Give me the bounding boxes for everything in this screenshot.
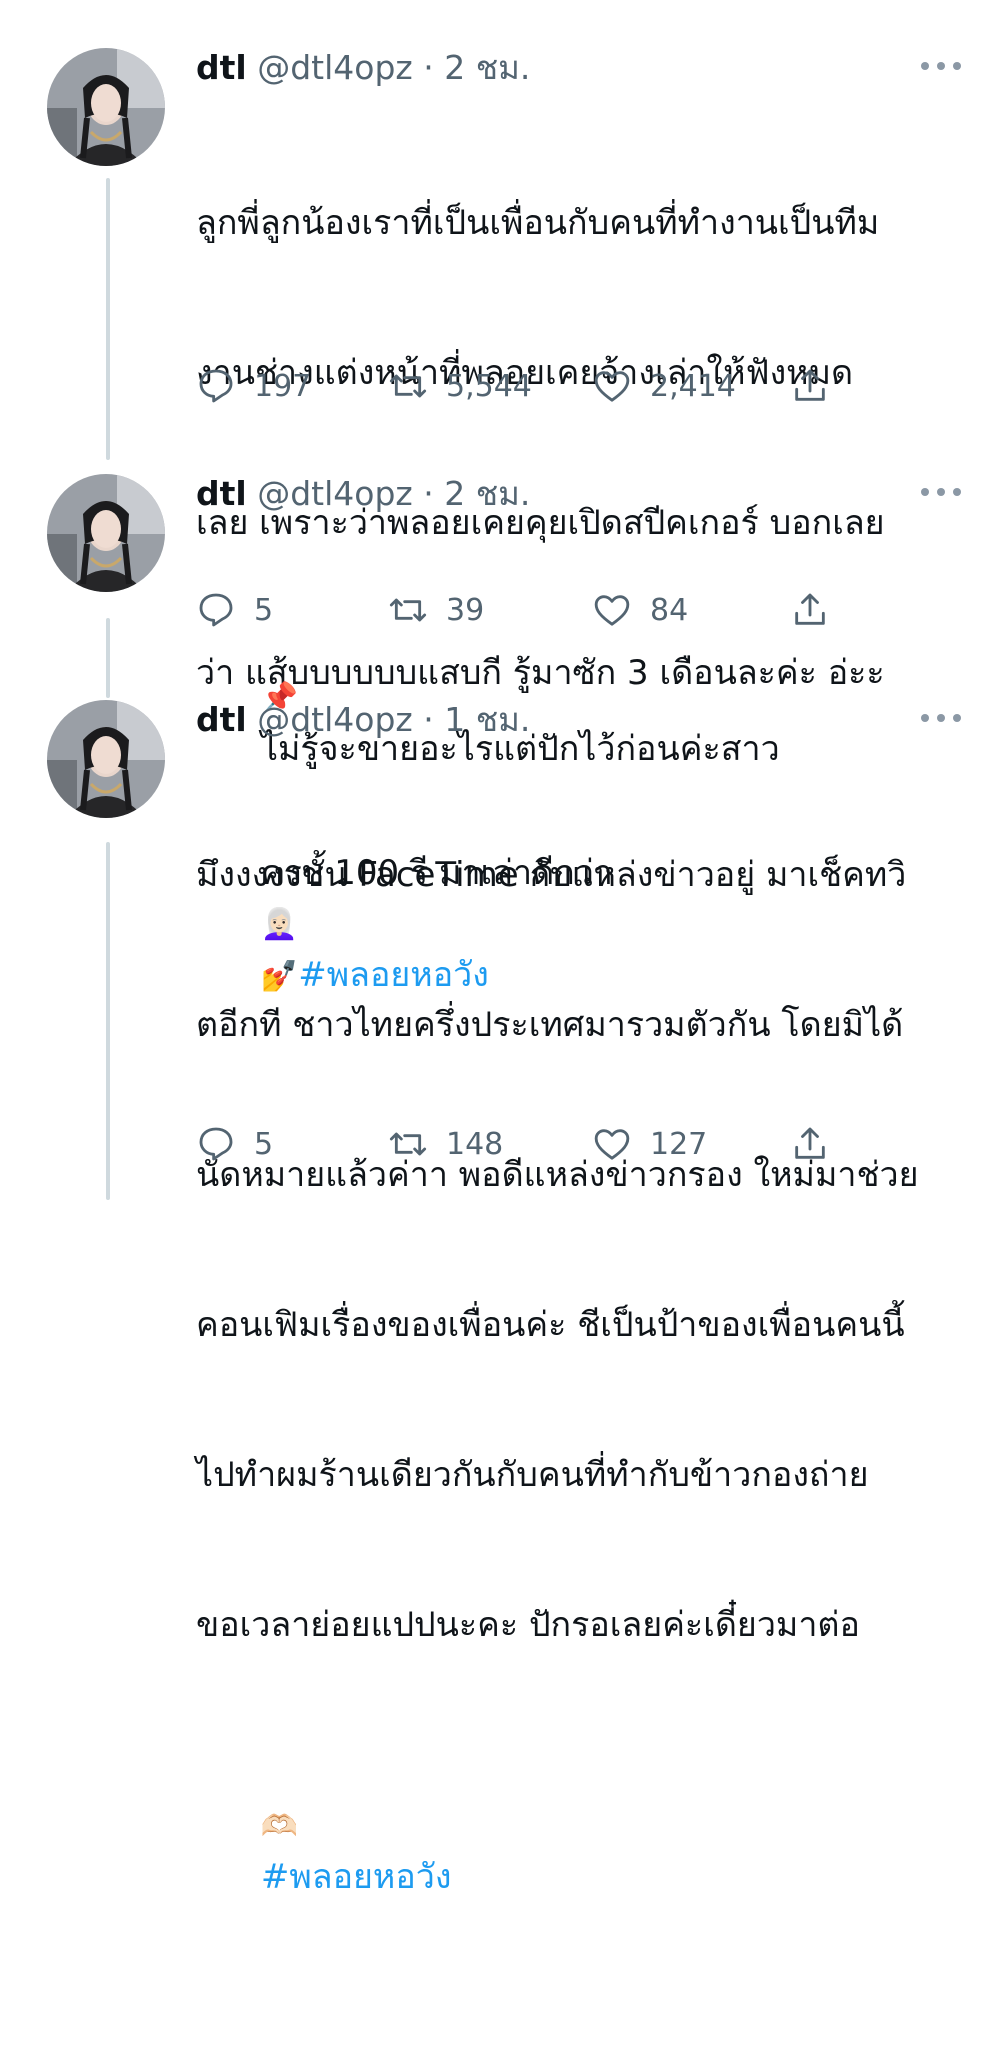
more-options-icon[interactable] [921, 482, 961, 502]
heart-icon [594, 1129, 630, 1160]
tweet-text-line: ไปทำผมร้านเดียวกันกับคนที่ทำกับข้าวกองถ่… [196, 1455, 869, 1495]
retweet-icon [389, 1132, 427, 1156]
tweet[interactable]: dtl @dtl4opz · 1 ชม. มึงงงงงชั้น FaceTim… [0, 680, 1005, 1897]
reply-button[interactable]: 197 [196, 364, 311, 408]
heart-icon [594, 595, 630, 626]
separator-dot: · [423, 48, 434, 87]
tweet-text-line: 🫶🏻 #พลอยหอวัง [196, 1750, 976, 1952]
tweet-actions: 5 148 127 [196, 1122, 876, 1166]
share-button[interactable] [790, 1122, 830, 1166]
like-button[interactable]: 84 [592, 588, 688, 632]
tweet-text-line: ตอีกที ชาวไทยครึ่งประเทศมารวมตัวกัน โดยม… [196, 1005, 904, 1045]
retweet-button[interactable]: 39 [388, 588, 484, 632]
tweet-actions: 5 39 84 [196, 588, 876, 632]
avatar[interactable] [47, 700, 165, 818]
tweet[interactable]: dtl @dtl4opz · 2 ชม. 📌 ไม่รู้จะขายอะไรแต… [0, 460, 1005, 769]
reply-button[interactable]: 5 [196, 1122, 273, 1166]
timestamp[interactable]: 2 ชม. [444, 474, 530, 513]
reply-button[interactable]: 5 [196, 588, 273, 632]
like-button[interactable]: 2,414 [592, 364, 736, 408]
retweet-count: 148 [446, 1126, 504, 1162]
display-name[interactable]: dtl [196, 700, 247, 739]
user-handle[interactable]: @dtl4opz [257, 700, 413, 739]
tweet[interactable]: dtl @dtl4opz · 2 ชม. ลูกพี่ลูกน้องเราที่… [0, 0, 1005, 995]
tweet-text-line: ขอเวลาย่อยแปปนะคะ ปักรอเลยค่ะเดี๋ยวมาต่อ [196, 1605, 860, 1645]
like-count: 127 [650, 1126, 708, 1162]
reply-count: 5 [254, 1126, 274, 1162]
share-icon [795, 1127, 825, 1159]
more-options-icon[interactable] [921, 56, 961, 76]
separator-dot: · [423, 474, 434, 513]
share-button[interactable] [790, 364, 830, 408]
reply-icon [199, 369, 233, 403]
avatar[interactable] [47, 474, 165, 592]
retweet-count: 5,544 [446, 368, 532, 404]
more-options-icon[interactable] [921, 708, 961, 728]
emoji-heart-hands: 🫶🏻 [260, 1809, 299, 1844]
share-icon [795, 369, 825, 401]
tweet-actions: 197 5,544 2,414 [196, 364, 876, 408]
timestamp[interactable]: 1 ชม. [444, 700, 530, 739]
avatar[interactable] [47, 48, 165, 166]
timestamp[interactable]: 2 ชม. [444, 48, 530, 87]
like-count: 2,414 [650, 368, 736, 404]
display-name[interactable]: dtl [196, 48, 247, 87]
tweet-text-line: มึงงงงงชั้น FaceTime กับแหล่งข่าวอยู่ มา… [196, 855, 907, 895]
retweet-icon [389, 598, 427, 622]
user-handle[interactable]: @dtl4opz [257, 474, 413, 513]
reply-icon [199, 593, 233, 627]
heart-icon [594, 371, 630, 402]
retweet-button[interactable]: 5,544 [388, 364, 532, 408]
retweet-count: 39 [446, 592, 485, 628]
tweet-text: มึงงงงงชั้น FaceTime กับแหล่งข่าวอยู่ มา… [196, 750, 976, 2052]
tweet-header: dtl @dtl4opz · 2 ชม. [196, 472, 530, 516]
reply-count: 5 [254, 592, 274, 628]
reply-icon [199, 1127, 233, 1161]
retweet-icon [389, 374, 427, 398]
tweet-text-line: ลูกพี่ลูกน้องเราที่เป็นเพื่อนกับคนที่ทำง… [196, 203, 880, 243]
tweet-text-line: คอนเฟิมเรื่องของเพื่อนค่ะ ชีเป็นป้าของเพ… [196, 1305, 905, 1345]
separator-dot: · [423, 700, 434, 739]
like-count: 84 [650, 592, 689, 628]
tweet-header: dtl @dtl4opz · 2 ชม. [196, 46, 530, 90]
hashtag-link[interactable]: #พลอยหอวัง [261, 1857, 452, 1897]
display-name[interactable]: dtl [196, 474, 247, 513]
reply-count: 197 [254, 368, 312, 404]
like-button[interactable]: 127 [592, 1122, 707, 1166]
tweet-header: dtl @dtl4opz · 1 ชม. [196, 698, 530, 742]
share-icon [795, 593, 825, 625]
retweet-button[interactable]: 148 [388, 1122, 503, 1166]
share-button[interactable] [790, 588, 830, 632]
user-handle[interactable]: @dtl4opz [257, 48, 413, 87]
